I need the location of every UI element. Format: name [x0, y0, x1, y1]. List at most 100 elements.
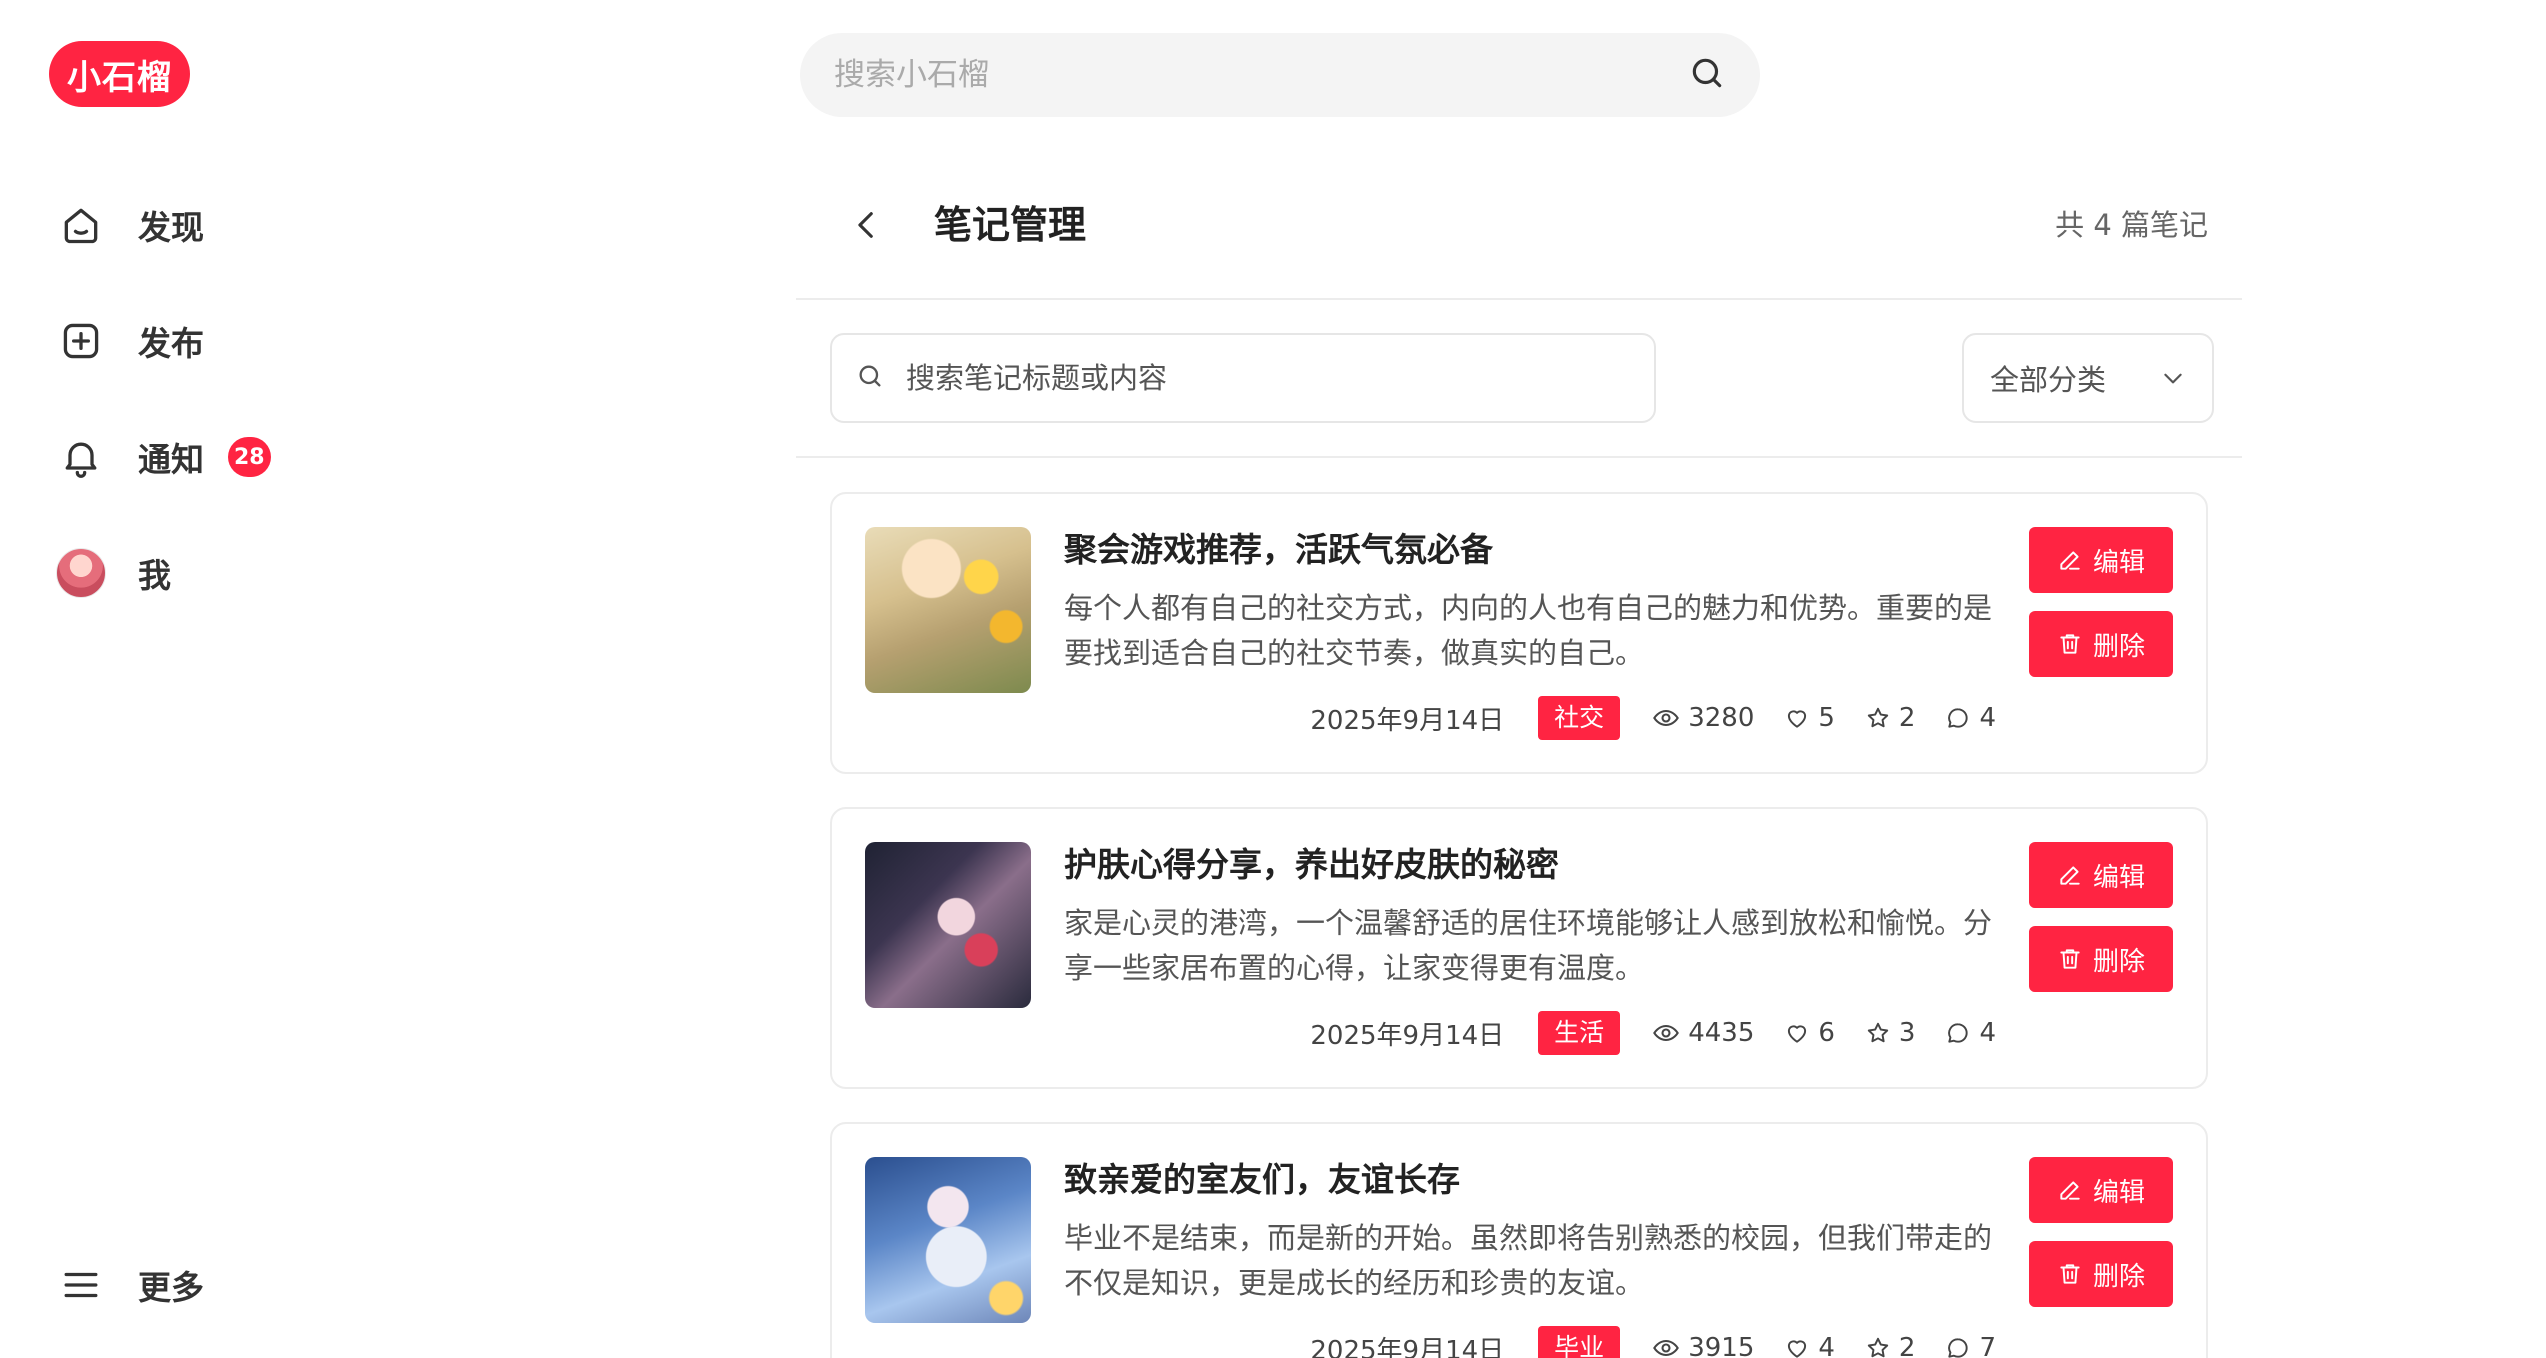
sidebar-item-label: 发布	[138, 324, 204, 363]
page-header: 笔记管理 共 4 篇笔记	[796, 180, 2242, 300]
star-icon	[1867, 1022, 1889, 1043]
category-select[interactable]: 全部分类	[1962, 333, 2214, 423]
stars-stat: 3	[1865, 1018, 1916, 1048]
heart-icon	[1788, 1025, 1807, 1043]
likes-stat: 5	[1784, 703, 1835, 733]
likes-stat: 6	[1784, 1018, 1835, 1048]
note-date: 2025年9月14日	[1310, 1335, 1505, 1358]
page-title: 笔记管理	[934, 203, 1087, 247]
edit-button[interactable]: 编辑	[2029, 842, 2173, 908]
note-thumbnail[interactable]	[865, 842, 1031, 1008]
views-count: 3280	[1688, 703, 1755, 733]
plus-square-icon	[56, 316, 106, 366]
note-title[interactable]: 聚会游戏推荐，活跃气氛必备	[1064, 528, 1493, 572]
comment-icon	[1948, 1338, 1969, 1358]
pencil-icon	[2060, 1181, 2080, 1200]
comments-count: 4	[1979, 703, 1996, 733]
note-title[interactable]: 护肤心得分享，养出好皮肤的秘密	[1064, 843, 1559, 887]
likes-count: 4	[1818, 1333, 1835, 1358]
notification-badge: 28	[228, 437, 271, 477]
global-search-bar[interactable]	[800, 33, 1760, 117]
note-card: 护肤心得分享，养出好皮肤的秘密 家是心灵的港湾，一个温馨舒适的居住环境能够让人感…	[830, 807, 2208, 1089]
delete-button[interactable]: 删除	[2029, 1241, 2173, 1307]
note-card: 聚会游戏推荐，活跃气氛必备 每个人都有自己的社交方式，内向的人也有自己的魅力和优…	[830, 492, 2208, 774]
home-icon	[56, 200, 106, 250]
edit-label: 编辑	[2092, 862, 2145, 893]
sidebar-more[interactable]: 更多	[56, 1255, 204, 1315]
edit-button[interactable]: 编辑	[2029, 1157, 2173, 1223]
pencil-icon	[2060, 866, 2080, 885]
likes-count: 5	[1818, 703, 1835, 733]
note-date: 2025年9月14日	[1310, 705, 1505, 736]
menu-icon	[56, 1260, 106, 1310]
comments-stat: 4	[1945, 703, 1996, 733]
star-icon	[1867, 1337, 1889, 1358]
note-date: 2025年9月14日	[1310, 1020, 1505, 1051]
trash-icon	[2060, 634, 2080, 654]
app-logo[interactable]: 小石榴	[49, 41, 190, 107]
sidebar-item-publish[interactable]: 发布	[56, 311, 204, 371]
search-icon[interactable]	[1688, 54, 1726, 96]
stars-count: 3	[1898, 1018, 1916, 1048]
note-meta: 2025年9月14日 社交 3280 5 2 4	[1310, 696, 1996, 740]
heart-icon	[1788, 710, 1807, 728]
note-card: 致亲爱的室友们，友谊长存 毕业不是结束，而是新的开始。虽然即将告别熟悉的校园，但…	[830, 1122, 2208, 1358]
note-search-box[interactable]	[830, 333, 1656, 423]
sidebar-item-label: 我	[138, 556, 171, 595]
delete-button[interactable]: 删除	[2029, 926, 2173, 992]
trash-icon	[2060, 1264, 2080, 1284]
eye-icon	[1653, 1024, 1680, 1042]
delete-button[interactable]: 删除	[2029, 611, 2173, 677]
likes-stat: 4	[1784, 1333, 1835, 1358]
note-description: 家是心灵的港湾，一个温馨舒适的居住环境能够让人感到放松和愉悦。分享一些家居布置的…	[1064, 906, 1993, 985]
note-title[interactable]: 致亲爱的室友们，友谊长存	[1064, 1158, 1460, 1202]
note-meta: 2025年9月14日 生活 4435 6 3 4	[1310, 1011, 1996, 1055]
comments-stat: 4	[1945, 1018, 1996, 1048]
comments-stat: 7	[1945, 1333, 1996, 1358]
sidebar-item-label: 发现	[138, 208, 204, 247]
search-icon	[856, 362, 884, 394]
views-stat: 3915	[1652, 1333, 1754, 1358]
note-count: 共 4 篇笔记	[2055, 208, 2208, 242]
views-count: 3915	[1688, 1333, 1755, 1358]
note-description: 毕业不是结束，而是新的开始。虽然即将告别熟悉的校园，但我们带走的不仅是知识，更是…	[1064, 1221, 1993, 1300]
note-search-input[interactable]	[906, 361, 1630, 395]
stars-count: 2	[1898, 703, 1916, 733]
stars-count: 2	[1898, 1333, 1916, 1358]
likes-count: 6	[1818, 1018, 1835, 1048]
edit-button[interactable]: 编辑	[2029, 527, 2173, 593]
star-icon	[1867, 707, 1889, 728]
pencil-icon	[2060, 551, 2080, 570]
views-stat: 3280	[1652, 703, 1754, 733]
comment-icon	[1948, 708, 1969, 728]
sidebar-item-notifications[interactable]: 通知 28	[56, 427, 271, 487]
global-search-input[interactable]	[834, 57, 1688, 93]
chevron-left-icon	[858, 212, 873, 238]
comment-icon	[1948, 1023, 1969, 1043]
back-button[interactable]	[842, 200, 892, 250]
avatar-wrap	[56, 548, 106, 598]
sidebar-item-me[interactable]: 我	[56, 543, 171, 603]
delete-label: 删除	[2092, 946, 2145, 977]
note-tag: 毕业	[1538, 1326, 1621, 1358]
eye-icon	[1653, 1339, 1680, 1357]
note-tag: 生活	[1538, 1011, 1621, 1055]
delete-label: 删除	[2092, 631, 2145, 662]
comments-count: 7	[1979, 1333, 1996, 1358]
trash-icon	[2060, 949, 2080, 969]
heart-icon	[1788, 1340, 1807, 1358]
delete-label: 删除	[2092, 1261, 2145, 1292]
sidebar-item-label: 通知	[138, 440, 204, 479]
more-label: 更多	[138, 1268, 204, 1307]
note-thumbnail[interactable]	[865, 527, 1031, 693]
edit-label: 编辑	[2092, 547, 2145, 578]
note-tag: 社交	[1538, 696, 1621, 740]
bell-icon	[56, 432, 106, 482]
note-meta: 2025年9月14日 毕业 3915 4 2 7	[1310, 1326, 1996, 1358]
views-stat: 4435	[1652, 1018, 1754, 1048]
sidebar-item-discover[interactable]: 发现	[56, 195, 204, 255]
note-thumbnail[interactable]	[865, 1157, 1031, 1323]
views-count: 4435	[1688, 1018, 1755, 1048]
comments-count: 4	[1979, 1018, 1996, 1048]
category-select-value: 全部分类	[1990, 363, 2107, 397]
